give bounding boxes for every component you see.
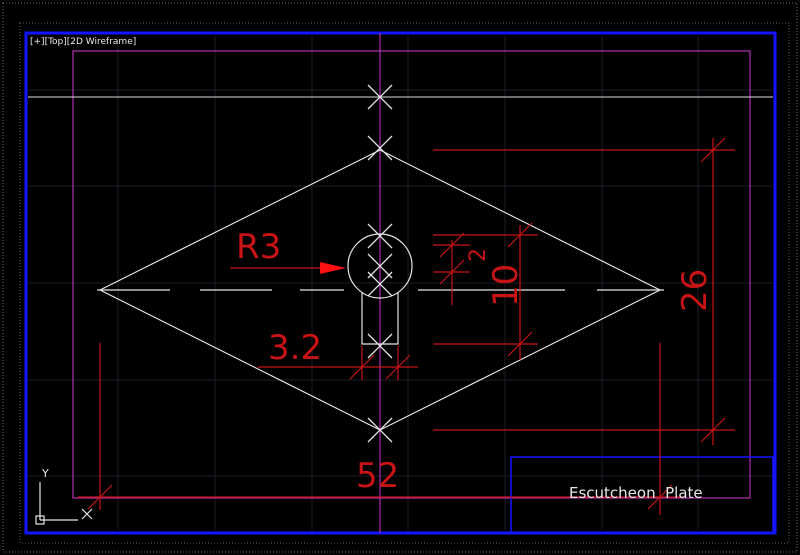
plate-width-dimension-text[interactable]: 52: [356, 456, 399, 496]
dimension-lines: [78, 137, 735, 515]
margin-frame: [72, 50, 751, 499]
grid: [28, 36, 773, 530]
drawing-canvas[interactable]: R3 3.2 2 10 26 52 Escutcheon Plate Y X: [0, 0, 800, 555]
viewport-controls-label[interactable]: [+][Top][2D Wireframe]: [30, 37, 136, 47]
slot-height-dimension-text[interactable]: 10: [486, 264, 526, 307]
ucs-y-label: Y: [41, 467, 49, 480]
slot-width-dimension-text[interactable]: 3.2: [268, 328, 322, 368]
plate-height-dimension-text[interactable]: 26: [675, 269, 715, 312]
dimension-arrow-icon: [320, 262, 346, 274]
small-height-dimension-text[interactable]: 2: [466, 248, 491, 262]
radius-dimension-text[interactable]: R3: [236, 227, 281, 267]
ucs-icon: [35, 482, 93, 525]
drawing-viewport[interactable]: R3 3.2 2 10 26 52 Escutcheon Plate Y X […: [0, 0, 800, 555]
title-block-text[interactable]: Escutcheon Plate: [569, 484, 703, 502]
